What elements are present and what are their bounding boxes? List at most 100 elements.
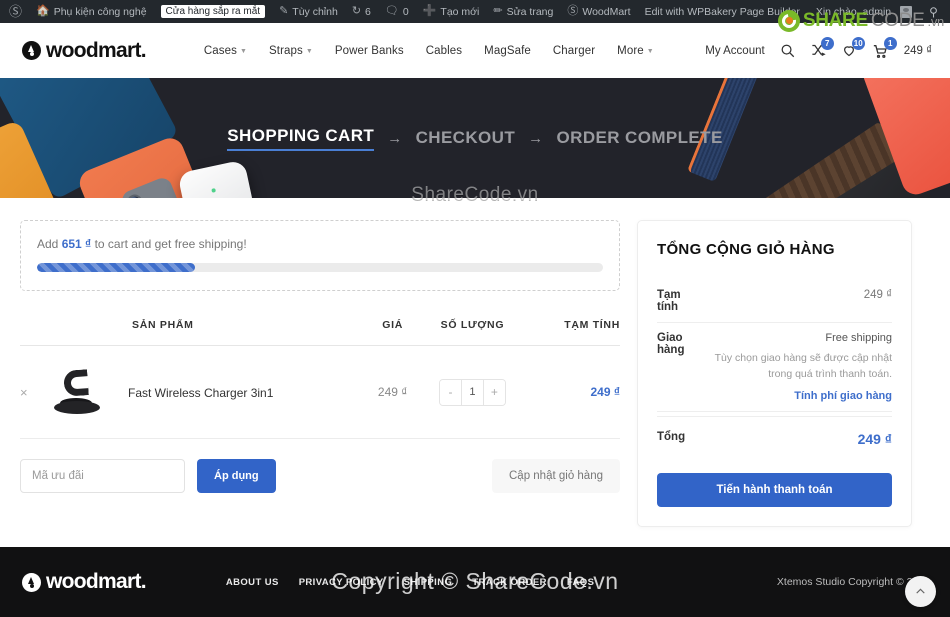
adminbar-woodmart[interactable]: Ⓢ WoodMart xyxy=(560,0,637,23)
search-icon[interactable] xyxy=(780,43,795,58)
adminbar-wp-logo[interactable]: Ⓢ xyxy=(0,0,29,23)
nav-label: Straps xyxy=(269,44,303,57)
shipping-row: Giao hàng Free shipping Tùy chọn giao hà… xyxy=(657,323,892,412)
sharecode-code-text: CODE xyxy=(870,10,925,31)
footer-logo[interactable]: woodmart. xyxy=(22,570,147,594)
checkout-steps-breadcrumb: SHOPPING CART → CHECKOUT → ORDER COMPLET… xyxy=(227,126,722,151)
chevron-down-icon: ▼ xyxy=(305,48,313,55)
nav-label: Cases xyxy=(203,44,237,57)
nav-label: Cables xyxy=(425,44,463,57)
nav-item-power-banks[interactable]: Power Banks xyxy=(335,45,404,57)
coupon-code-input[interactable] xyxy=(20,459,185,493)
column-header-subtotal: TẠM TÍNH xyxy=(527,311,620,346)
shipping-method-name: Free shipping xyxy=(825,332,892,344)
adminbar-site-name[interactable]: 🏠 Phụ kiện công nghệ xyxy=(29,0,154,23)
sharecode-mark-icon xyxy=(777,10,800,32)
breadcrumb-step-shopping-cart[interactable]: SHOPPING CART xyxy=(227,126,375,151)
product-thumbnail[interactable] xyxy=(50,345,128,439)
subtotal-value: 249 ₫ xyxy=(863,289,892,301)
adminbar-wpbakery-label: Edit with WPBakery Page Builder xyxy=(644,5,800,18)
nav-label: Charger xyxy=(552,44,596,57)
adminbar-store-notice[interactable]: Cửa hàng sắp ra mắt xyxy=(154,0,273,23)
cart-icon[interactable]: 1 xyxy=(872,36,897,59)
free-shipping-message: Add 651 ₫ to cart and get free shipping! xyxy=(37,237,603,251)
quantity-increase-button[interactable]: + xyxy=(483,379,505,405)
compare-icon[interactable]: 7 xyxy=(810,37,834,58)
adminbar-woodmart-label: WoodMart xyxy=(582,5,631,18)
adminbar-comments[interactable]: 🗨 0 xyxy=(378,0,416,23)
product-subtotal: 249 ₫ xyxy=(527,345,620,439)
proceed-to-checkout-button[interactable]: Tiến hành thanh toán xyxy=(657,472,892,507)
product-price: 249 ₫ xyxy=(368,345,418,439)
house-icon: 🏠 xyxy=(36,5,50,17)
free-shipping-progress: Add 651 ₫ to cart and get free shipping! xyxy=(20,220,620,291)
sharecode-share-text: SHARE xyxy=(802,10,868,31)
footer-link-privacy-policy[interactable]: PRIVACY POLICY xyxy=(299,577,384,588)
quantity-value[interactable]: 1 xyxy=(460,379,484,405)
plus-icon: ➕ xyxy=(422,5,437,17)
adminbar-customize-label: Tùy chỉnh xyxy=(292,5,338,18)
adminbar-site-label: Phụ kiện công nghệ xyxy=(53,5,147,18)
cart-count-badge: 1 xyxy=(883,36,897,50)
wishlist-count-badge: 10 xyxy=(851,37,865,50)
nav-label: Power Banks xyxy=(334,44,404,57)
cart-main-column: Add 651 ₫ to cart and get free shipping!… xyxy=(20,220,620,493)
breadcrumb-step-order-complete[interactable]: ORDER COMPLETE xyxy=(557,128,723,148)
calculate-shipping-link[interactable]: Tính phí giao hàng xyxy=(794,390,892,402)
quantity-decrease-button[interactable]: - xyxy=(439,379,461,405)
nav-item-cables[interactable]: Cables xyxy=(426,45,462,57)
header-tools: My Account 7 10 1 249 ₫ xyxy=(705,36,932,59)
woodmart-logo-icon xyxy=(22,41,41,60)
cart-total-amount: 249 ₫ xyxy=(903,44,932,57)
footer-navigation: ABOUT US PRIVACY POLICY SHIPPING TRACK O… xyxy=(226,577,594,588)
quantity-stepper[interactable]: - 1 + xyxy=(438,378,506,406)
breadcrumb-step-checkout[interactable]: CHECKOUT xyxy=(416,128,516,148)
update-cart-button[interactable]: Cập nhật giỏ hàng xyxy=(492,459,620,493)
adminbar-edit-page[interactable]: ✏ Sửa trang xyxy=(486,0,560,23)
progress-bar-track xyxy=(37,263,603,272)
footer-link-track-order[interactable]: TRACK ORDER xyxy=(472,577,547,588)
shipping-label: Giao hàng xyxy=(657,332,685,356)
nav-item-magsafe[interactable]: MagSafe xyxy=(484,45,531,57)
nav-item-cases[interactable]: Cases ▼ xyxy=(204,45,247,57)
footer-link-faqs[interactable]: FAQS xyxy=(567,577,594,588)
nav-label: MagSafe xyxy=(484,44,531,57)
arrow-right-icon: → xyxy=(528,129,544,147)
site-logo[interactable]: woodmart. xyxy=(22,38,147,63)
cart-actions-row: Áp dụng Cập nhật giỏ hàng xyxy=(20,439,620,493)
cart-totals-card: TỔNG CỘNG GIỎ HÀNG Tạm tính 249 ₫ Giao h… xyxy=(637,220,912,527)
woodmart-logo-icon xyxy=(22,572,41,592)
sharecode-tld-text: .vn xyxy=(927,13,945,29)
remove-item-button[interactable]: × xyxy=(20,345,50,439)
free-shipping-suffix: to cart and get free shipping! xyxy=(94,237,247,251)
site-logo-text: woodmart. xyxy=(46,38,147,62)
footer-logo-text: woodmart. xyxy=(46,570,147,593)
nav-item-more[interactable]: More ▼ xyxy=(617,45,654,57)
nav-item-charger[interactable]: Charger xyxy=(553,45,595,57)
table-row: × Fast Wireless Charger 3in1 249 ₫ - 1 +… xyxy=(20,345,620,439)
product-name-link[interactable]: Fast Wireless Charger 3in1 xyxy=(128,386,273,400)
woodmart-icon: Ⓢ xyxy=(567,5,579,17)
adminbar-customize[interactable]: ✎ Tùy chỉnh xyxy=(272,0,345,23)
adminbar-updates[interactable]: ↻ 6 xyxy=(345,0,378,23)
subtotal-label: Tạm tính xyxy=(657,289,681,313)
adminbar-new-content[interactable]: ➕ Tạo mới xyxy=(416,0,487,23)
compare-count-badge: 7 xyxy=(820,37,834,50)
chevron-down-icon: ▼ xyxy=(646,48,654,55)
apply-coupon-button[interactable]: Áp dụng xyxy=(197,459,276,493)
main-navigation: Cases ▼ Straps ▼ Power Banks Cables MagS… xyxy=(204,45,654,57)
footer-link-about-us[interactable]: ABOUT US xyxy=(226,577,279,588)
my-account-link[interactable]: My Account xyxy=(705,45,764,57)
total-label: Tổng xyxy=(657,430,686,443)
product-quantity-cell: - 1 + xyxy=(417,345,528,439)
footer-link-shipping[interactable]: SHIPPING xyxy=(404,577,453,588)
scroll-to-top-button[interactable] xyxy=(905,576,936,607)
arrow-right-icon: → xyxy=(387,129,403,147)
cart-table-header-row: SẢN PHẨM GIÁ SỐ LƯỢNG TẠM TÍNH xyxy=(20,311,620,346)
sharecode-watermark-logo: SHARE CODE .vn xyxy=(777,10,945,32)
total-value: 249 ₫ xyxy=(857,430,892,447)
adminbar-edit-label: Sửa trang xyxy=(506,5,554,18)
wishlist-icon[interactable]: 10 xyxy=(841,37,865,58)
free-shipping-prefix: Add xyxy=(37,237,59,251)
nav-item-straps[interactable]: Straps ▼ xyxy=(269,45,313,57)
